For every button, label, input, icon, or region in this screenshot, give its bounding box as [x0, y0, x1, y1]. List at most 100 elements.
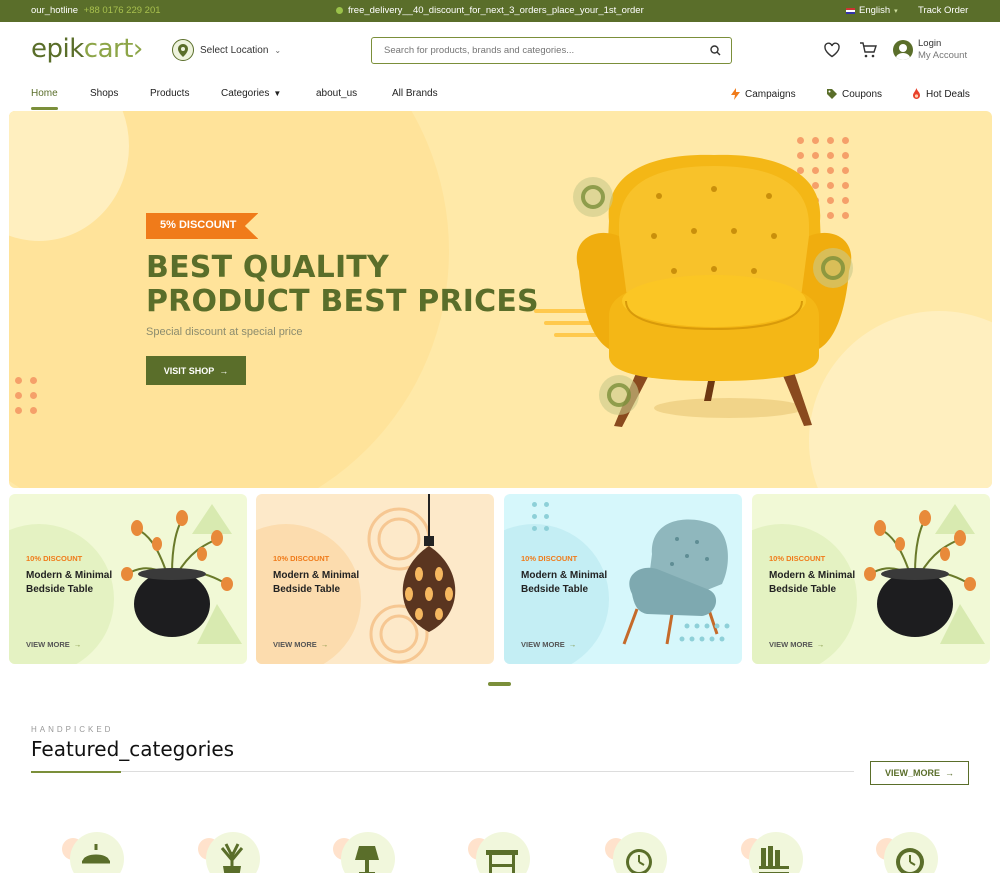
hero-subtitle: Special discount at special price [146, 326, 303, 338]
lightning-icon [731, 88, 740, 100]
plant-icon [220, 843, 244, 873]
promo-text: free_delivery__40_discount_for_next_3_or… [348, 5, 644, 16]
fire-icon [913, 88, 920, 99]
nav-coupons[interactable]: Coupons [826, 88, 882, 100]
location-label: Select Location [200, 44, 269, 56]
account-menu[interactable]: Login My Account [893, 38, 967, 62]
view-more-button[interactable]: VIEW_MORE → [870, 761, 969, 785]
tag-icon [336, 7, 343, 14]
category-item[interactable] [605, 832, 669, 873]
hero-title: BEST QUALITY PRODUCT BEST PRICES [146, 251, 539, 319]
logo-accent: cart [83, 34, 134, 64]
card-title-line1: Modern & Minimal [26, 570, 113, 581]
card-discount: 10% DISCOUNT [26, 554, 83, 563]
wishlist-heart-icon[interactable] [823, 41, 841, 59]
decorative-dots [15, 377, 37, 414]
decorative-ring [813, 248, 853, 288]
view-more-label: VIEW MORE [26, 640, 70, 649]
card-title-line1: Modern & Minimal [769, 570, 856, 581]
arrow-right-icon: → [945, 768, 954, 778]
arrow-right-icon: → [320, 640, 329, 649]
view-more-link[interactable]: VIEW MORE → [769, 640, 824, 649]
arrow-right-icon: → [816, 640, 825, 649]
arrow-right-icon: → [568, 640, 577, 649]
nav-hot-deals[interactable]: Hot Deals [911, 88, 970, 100]
promo-card[interactable]: 10% DISCOUNT Modern & Minimal Bedside Tabl… [752, 494, 990, 664]
top-bar: our_hotline +88 0176 229 201 free_delive… [0, 0, 1000, 22]
logo[interactable]: epikcart› [31, 34, 143, 64]
nav-all-brands[interactable]: All Brands [392, 88, 438, 99]
category-item[interactable] [876, 832, 940, 873]
view-more-label: VIEW_MORE [884, 768, 940, 778]
promo-banner: free_delivery__40_discount_for_next_3_or… [336, 5, 644, 16]
card-title: Modern & Minimal Bedside Table [521, 569, 631, 597]
armchair-blue-image [612, 494, 742, 664]
table-icon [486, 850, 518, 873]
nav-campaigns-label: Campaigns [745, 88, 796, 100]
location-selector[interactable]: Select Location ⌄ [172, 39, 281, 61]
logo-arrow-icon: › [132, 34, 143, 64]
visit-shop-label: VISIT SHOP [163, 365, 215, 376]
coupon-tag-icon [827, 89, 837, 99]
promo-card[interactable]: 10% DISCOUNT Modern & Minimal Bedside Tabl… [504, 494, 742, 664]
chevron-down-icon: ▼ [273, 89, 282, 98]
track-order-link[interactable]: Track Order [918, 5, 968, 16]
card-title: Modern & Minimal Bedside Table [26, 569, 136, 597]
login-label: Login [918, 38, 942, 49]
discount-badge: 5% DISCOUNT [146, 213, 259, 239]
hero-banner: 5% DISCOUNT BEST QUALITY PRODUCT BEST PR… [9, 111, 992, 488]
card-discount: 10% DISCOUNT [273, 554, 330, 563]
decorative-ring [573, 177, 613, 217]
location-pin-icon [172, 39, 194, 61]
hero-title-line2: PRODUCT BEST PRICES [146, 284, 539, 319]
view-more-link[interactable]: VIEW MORE → [26, 640, 81, 649]
view-more-label: VIEW MORE [521, 640, 565, 649]
decorative-ring [599, 375, 639, 415]
plant-pot-image [117, 494, 247, 664]
main-nav: Home Shops Products Categories ▼ about_u… [0, 83, 1000, 110]
card-title-line2: Bedside Table [26, 584, 94, 595]
nav-about[interactable]: about_us [316, 88, 357, 99]
hotline-number[interactable]: +88 0176 229 201 [84, 5, 161, 16]
user-avatar-icon [893, 40, 913, 60]
category-item[interactable] [333, 832, 397, 873]
nav-shops[interactable]: Shops [90, 88, 118, 99]
nav-coupons-label: Coupons [842, 88, 883, 100]
view-more-label: VIEW MORE [273, 640, 317, 649]
cart-icon[interactable] [859, 41, 877, 59]
logo-main: epik [31, 34, 84, 64]
account-text: Login My Account [918, 38, 967, 62]
view-more-link[interactable]: VIEW MORE → [273, 640, 328, 649]
clock-icon [626, 849, 652, 873]
decorative-dots [532, 502, 549, 531]
lamp-icon [82, 844, 110, 864]
section-eyebrow: HANDPICKED [31, 725, 114, 734]
view-more-link[interactable]: VIEW MORE → [521, 640, 576, 649]
category-item[interactable] [741, 832, 805, 873]
chevron-down-icon: ⌄ [274, 45, 282, 55]
promo-card[interactable]: 10% DISCOUNT Modern & Minimal Bedside Tabl… [9, 494, 247, 664]
search-input[interactable] [384, 45, 710, 56]
table-lamp-icon [355, 846, 379, 873]
category-item[interactable] [62, 832, 126, 873]
search-icon[interactable] [710, 45, 721, 56]
category-item[interactable] [198, 832, 262, 873]
card-title-line2: Bedside Table [769, 584, 837, 595]
promo-card[interactable]: 10% DISCOUNT Modern & Minimal Bedside Tabl… [256, 494, 494, 664]
card-title-line1: Modern & Minimal [521, 570, 608, 581]
slider-indicator[interactable] [488, 682, 511, 686]
visit-shop-button[interactable]: VISIT SHOP → [146, 356, 246, 385]
nav-products[interactable]: Products [150, 88, 189, 99]
section-divider [31, 771, 854, 773]
plant-pot-image [860, 494, 990, 664]
card-title: Modern & Minimal Bedside Table [273, 569, 383, 597]
category-item[interactable] [468, 832, 532, 873]
card-discount: 10% DISCOUNT [769, 554, 826, 563]
nav-home[interactable]: Home [31, 88, 58, 110]
language-selector[interactable]: English ▾ [846, 5, 898, 16]
view-more-label: VIEW MORE [769, 640, 813, 649]
nav-campaigns[interactable]: Campaigns [730, 88, 796, 100]
search-bar [371, 37, 732, 64]
nav-categories[interactable]: Categories ▼ [221, 88, 281, 99]
wall-clock-icon [896, 848, 924, 873]
